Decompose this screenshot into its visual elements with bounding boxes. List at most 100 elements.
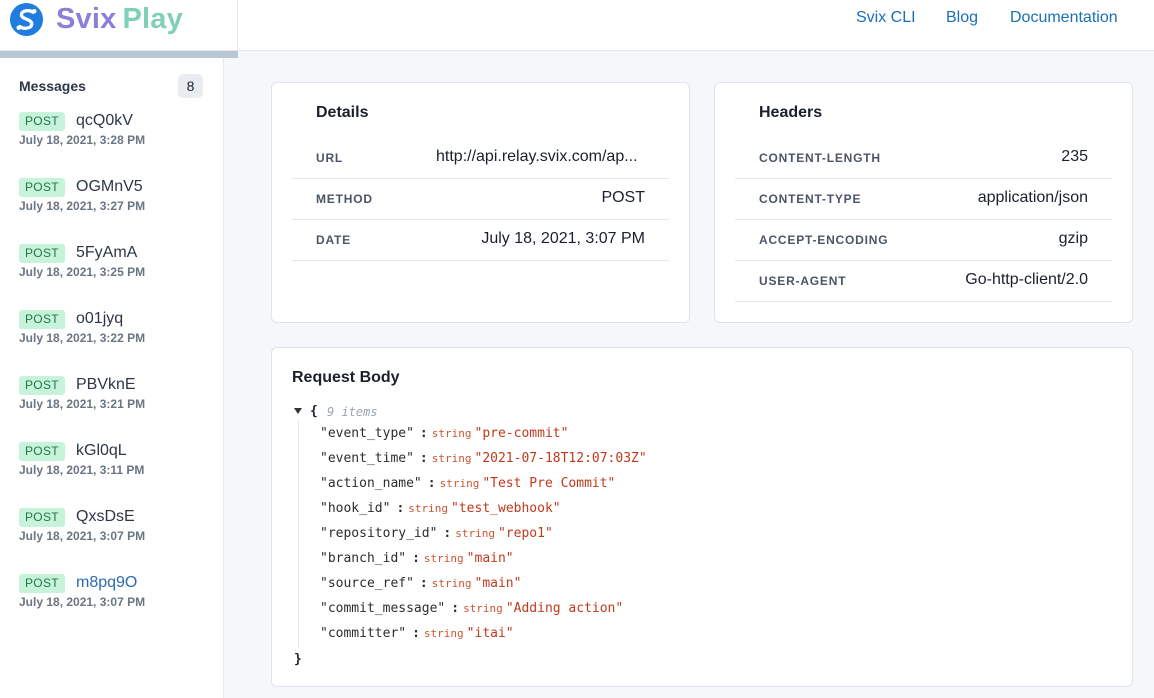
request-body-card: Request Body { 9 items "event_type": stri…: [271, 347, 1133, 687]
top-bar: Svix Play Svix CLI Blog Documentation: [0, 0, 1154, 51]
details-row: METHOD POST: [292, 179, 669, 220]
method-badge: POST: [19, 310, 65, 329]
sidebar-divider-strip: [0, 51, 238, 58]
header-key: CONTENT-LENGTH: [759, 151, 881, 165]
message-id: qcQ0kV: [76, 112, 133, 129]
json-type: string: [423, 627, 464, 640]
json-colon: :: [396, 501, 405, 516]
json-type: string: [431, 427, 472, 440]
headers-title: Headers: [759, 104, 823, 121]
json-value: "2021-07-18T12:07:03Z": [474, 451, 647, 466]
details-value: POST: [601, 189, 645, 206]
svix-logo-icon: [9, 2, 44, 37]
message-time: July 18, 2021, 3:25 PM: [19, 265, 146, 279]
message-id: OGMnV5: [76, 178, 143, 195]
json-key: "action_name": [320, 476, 422, 491]
method-badge: POST: [19, 112, 65, 131]
json-type: string: [431, 452, 472, 465]
nav-link-svix-cli[interactable]: Svix CLI: [856, 8, 916, 28]
nav-link-blog[interactable]: Blog: [946, 8, 978, 28]
header-key: USER-AGENT: [759, 274, 847, 288]
message-item[interactable]: POST PBVknE July 18, 2021, 3:21 PM: [0, 376, 223, 436]
message-time: July 18, 2021, 3:07 PM: [19, 595, 146, 609]
message-time: July 18, 2021, 3:22 PM: [19, 331, 146, 345]
json-key: "event_type": [320, 426, 414, 441]
json-value: "test_webhook": [451, 501, 561, 516]
message-time: July 18, 2021, 3:07 PM: [19, 529, 146, 543]
header-value: 235: [1061, 148, 1088, 165]
message-time: July 18, 2021, 3:28 PM: [19, 133, 146, 147]
details-value: July 18, 2021, 3:07 PM: [481, 230, 645, 247]
json-colon: :: [443, 526, 452, 541]
message-item[interactable]: POST OGMnV5 July 18, 2021, 3:27 PM: [0, 178, 223, 238]
details-card: Details URL http://api.relay.svix.com/ap…: [271, 82, 690, 323]
headers-card: Headers CONTENT-LENGTH 235 CONTENT-TYPE …: [714, 82, 1133, 323]
header-key: ACCEPT-ENCODING: [759, 233, 889, 247]
json-field: "committer": string "itai": [320, 626, 514, 644]
message-item[interactable]: POST QxsDsE July 18, 2021, 3:07 PM: [0, 508, 223, 568]
messages-count-badge: 8: [178, 74, 203, 98]
json-open-brace: {: [310, 404, 318, 419]
message-item[interactable]: POST qcQ0kV July 18, 2021, 3:28 PM: [0, 112, 223, 172]
json-colon: :: [419, 451, 428, 466]
json-key: "event_time": [320, 451, 414, 466]
json-value: "Test Pre Commit": [482, 476, 616, 491]
json-colon: :: [419, 426, 428, 441]
json-type: string: [455, 527, 495, 540]
messages-heading: Messages: [19, 78, 86, 94]
json-colon: :: [419, 576, 428, 591]
json-type: string: [423, 552, 464, 565]
json-key: "branch_id": [320, 551, 407, 566]
details-key: DATE: [316, 233, 351, 247]
method-badge: POST: [19, 178, 65, 197]
method-badge: POST: [19, 376, 65, 395]
json-close-brace: }: [294, 652, 302, 667]
method-badge: POST: [19, 574, 65, 593]
message-id: PBVknE: [76, 376, 136, 393]
message-item[interactable]: POST o01jyq July 18, 2021, 3:22 PM: [0, 310, 223, 370]
json-value: "itai": [466, 626, 514, 641]
message-item[interactable]: POST kGl0qL July 18, 2021, 3:11 PM: [0, 442, 223, 502]
json-value: "pre-commit": [474, 426, 569, 441]
json-item-count: 9 items: [327, 405, 378, 419]
json-type: string: [439, 477, 480, 490]
json-key: "committer": [320, 626, 407, 641]
message-id: 5FyAmA: [76, 244, 138, 261]
json-field: "repository_id": string "repo1": [320, 526, 553, 544]
caret-down-icon[interactable]: [294, 408, 302, 414]
json-colon: :: [451, 601, 460, 616]
header-key: CONTENT-TYPE: [759, 192, 862, 206]
brand[interactable]: Svix Play: [0, 0, 238, 51]
request-body-title: Request Body: [292, 369, 400, 386]
json-key: "repository_id": [320, 526, 438, 541]
json-key: "commit_message": [320, 601, 446, 616]
json-field: "hook_id": string "test_webhook": [320, 501, 561, 519]
json-field: "action_name": string "Test Pre Commit": [320, 476, 615, 494]
details-value-url[interactable]: http://api.relay.svix.com/ap...: [436, 148, 638, 166]
message-time: July 18, 2021, 3:21 PM: [19, 397, 146, 411]
details-key: URL: [316, 151, 344, 165]
message-item[interactable]: POST 5FyAmA July 18, 2021, 3:25 PM: [0, 244, 223, 304]
details-row: DATE July 18, 2021, 3:07 PM: [292, 220, 669, 261]
json-type: string: [408, 502, 449, 515]
header-row: ACCEPT-ENCODING gzip: [735, 220, 1112, 261]
json-field: "event_time": string "2021-07-18T12:07:03Z…: [320, 451, 647, 469]
json-value: "main": [474, 576, 522, 591]
header-row: USER-AGENT Go-http-client/2.0: [735, 261, 1112, 302]
json-value: "Adding action": [505, 601, 624, 616]
json-colon: :: [427, 476, 436, 491]
header-row: CONTENT-TYPE application/json: [735, 179, 1112, 220]
message-item-selected[interactable]: POST m8pq9O July 18, 2021, 3:07 PM: [0, 574, 223, 634]
json-type: string: [431, 577, 472, 590]
details-title: Details: [316, 104, 369, 121]
message-time: July 18, 2021, 3:27 PM: [19, 199, 146, 213]
json-type: string: [463, 602, 503, 615]
brand-name-play: Play: [122, 3, 183, 35]
message-id: kGl0qL: [76, 442, 127, 459]
nav-link-documentation[interactable]: Documentation: [1010, 8, 1118, 28]
json-colon: :: [412, 626, 420, 641]
message-id: o01jyq: [76, 310, 124, 327]
brand-name: Svix Play: [56, 3, 183, 35]
header-value: Go-http-client/2.0: [965, 271, 1088, 288]
messages-sidebar: Messages 8 POST qcQ0kV July 18, 2021, 3:…: [0, 58, 224, 698]
